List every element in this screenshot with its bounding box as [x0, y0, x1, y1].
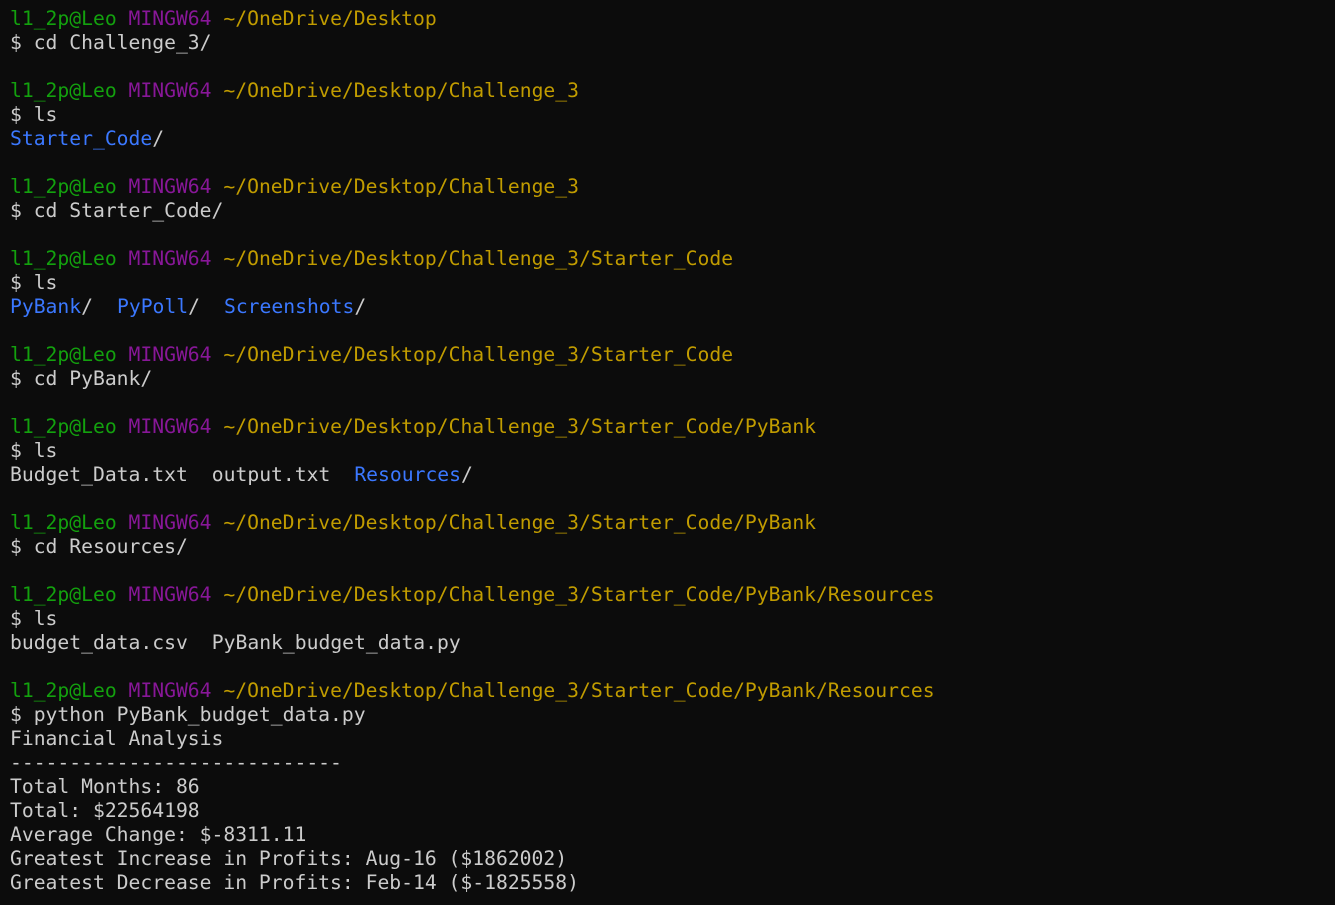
prompt-path: ~/OneDrive/Desktop/Challenge_3/Starter_C…	[223, 247, 734, 270]
prompt-host: MINGW64	[128, 415, 212, 438]
terminal-window[interactable]: l1_2p@Leo MINGW64 ~/OneDrive/Desktop $ cd…	[0, 0, 1335, 905]
prompt-host: MINGW64	[128, 7, 212, 30]
prompt-host: MINGW64	[128, 679, 212, 702]
prompt-user: l1_2p@Leo	[10, 7, 117, 30]
path-separator: /	[152, 127, 165, 150]
prompt-host: MINGW64	[128, 175, 212, 198]
prompt-host: MINGW64	[128, 511, 212, 534]
output-text: Total Months: 86	[10, 775, 200, 798]
directory-entry: Starter_Code	[10, 127, 153, 150]
prompt-host: MINGW64	[128, 343, 212, 366]
prompt-line: l1_2p@Leo MINGW64 ~/OneDrive/Desktop/Cha…	[10, 175, 1335, 199]
prompt-host: MINGW64	[128, 79, 212, 102]
path-separator: /	[354, 295, 367, 318]
output-line: PyBank/PyPoll/Screenshots/	[10, 295, 1335, 319]
output-text: Average Change: $-8311.11	[10, 823, 307, 846]
prompt-path: ~/OneDrive/Desktop	[223, 7, 437, 30]
output-line: budget_data.csv PyBank_budget_data.py	[10, 631, 1335, 655]
output-text: Total: $22564198	[10, 799, 200, 822]
output-line: Total Months: 86	[10, 775, 1335, 799]
command-line: $ cd Resources/	[10, 535, 188, 558]
output-line: Greatest Decrease in Profits: Feb-14 ($-…	[10, 871, 1335, 895]
prompt-line: l1_2p@Leo MINGW64 ~/OneDrive/Desktop/Cha…	[10, 79, 1335, 103]
prompt-line: l1_2p@Leo MINGW64 ~/OneDrive/Desktop	[10, 7, 1335, 31]
prompt-user: l1_2p@Leo	[10, 175, 117, 198]
output-line: ----------------------------	[10, 751, 1335, 775]
output-text: Greatest Increase in Profits: Aug-16 ($1…	[10, 847, 568, 870]
output-text: budget_data.csv	[10, 631, 188, 654]
prompt-line: l1_2p@Leo MINGW64 ~/OneDrive/Desktop/Cha…	[10, 415, 1335, 439]
output-text: Budget_Data.txt	[10, 463, 188, 486]
prompt-user: l1_2p@Leo	[10, 511, 117, 534]
output-line: Total: $22564198	[10, 799, 1335, 823]
command-line: $ cd Challenge_3/	[10, 31, 212, 54]
command-line: $ ls	[10, 439, 58, 462]
prompt-line: l1_2p@Leo MINGW64 ~/OneDrive/Desktop/Cha…	[10, 511, 1335, 535]
prompt-line: l1_2p@Leo MINGW64 ~/OneDrive/Desktop/Cha…	[10, 343, 1335, 367]
prompt-path: ~/OneDrive/Desktop/Challenge_3/Starter_C…	[223, 343, 734, 366]
prompt-line: l1_2p@Leo MINGW64 ~/OneDrive/Desktop/Cha…	[10, 679, 1335, 703]
path-separator: /	[81, 295, 93, 318]
prompt-line: l1_2p@Leo MINGW64 ~/OneDrive/Desktop/Cha…	[10, 583, 1335, 607]
prompt-user: l1_2p@Leo	[10, 79, 117, 102]
output-line: Average Change: $-8311.11	[10, 823, 1335, 847]
output-line: Financial Analysis	[10, 727, 1335, 751]
directory-entry: PyPoll	[116, 295, 189, 318]
command-line: $ ls	[10, 103, 58, 126]
command-line: $ cd PyBank/	[10, 367, 153, 390]
prompt-path: ~/OneDrive/Desktop/Challenge_3/Starter_C…	[223, 511, 817, 534]
output-text: ----------------------------	[10, 751, 342, 774]
output-line: Budget_Data.txt output.txt Resources/	[10, 463, 1335, 487]
prompt-user: l1_2p@Leo	[10, 247, 117, 270]
prompt-path: ~/OneDrive/Desktop/Challenge_3	[223, 79, 579, 102]
output-text: output.txt	[211, 463, 331, 486]
prompt-user: l1_2p@Leo	[10, 415, 117, 438]
directory-entry: Screenshots	[223, 295, 355, 318]
command-line: $ ls	[10, 271, 58, 294]
prompt-user: l1_2p@Leo	[10, 679, 117, 702]
prompt-host: MINGW64	[128, 583, 212, 606]
output-text: Greatest Decrease in Profits: Feb-14 ($-…	[10, 871, 579, 894]
prompt-path: ~/OneDrive/Desktop/Challenge_3/Starter_C…	[223, 415, 817, 438]
directory-entry: PyBank	[10, 295, 82, 318]
path-separator: /	[188, 295, 200, 318]
command-line: $ python PyBank_budget_data.py	[10, 703, 366, 726]
path-separator: /	[461, 463, 473, 486]
command-line: $ cd Starter_Code/	[10, 199, 224, 222]
command-line: $ ls	[10, 607, 58, 630]
prompt-line: l1_2p@Leo MINGW64 ~/OneDrive/Desktop/Cha…	[10, 247, 1335, 271]
prompt-path: ~/OneDrive/Desktop/Challenge_3	[223, 175, 579, 198]
prompt-path: ~/OneDrive/Desktop/Challenge_3/Starter_C…	[223, 679, 935, 702]
output-text: Financial Analysis	[10, 727, 224, 750]
prompt-path: ~/OneDrive/Desktop/Challenge_3/Starter_C…	[223, 583, 935, 606]
output-line: Starter_Code/	[10, 127, 1335, 151]
prompt-user: l1_2p@Leo	[10, 343, 117, 366]
output-line: Greatest Increase in Profits: Aug-16 ($1…	[10, 847, 1335, 871]
prompt-user: l1_2p@Leo	[10, 583, 117, 606]
output-text: PyBank_budget_data.py	[211, 631, 461, 654]
directory-entry: Resources	[354, 463, 462, 486]
prompt-host: MINGW64	[128, 247, 212, 270]
